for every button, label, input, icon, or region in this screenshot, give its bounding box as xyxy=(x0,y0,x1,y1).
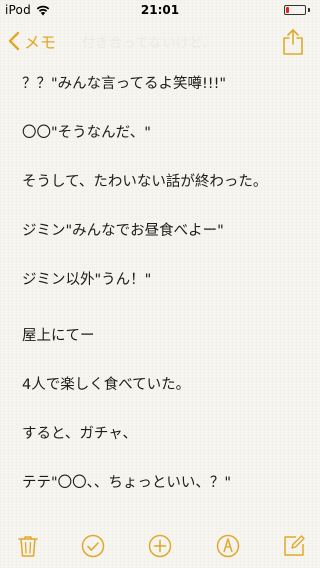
checklist-icon xyxy=(81,534,105,558)
compose-icon xyxy=(284,535,305,556)
note-line: そうして、たわいない話が終わった。 xyxy=(22,174,268,190)
note-line: 〇〇"そうなんだ、" xyxy=(22,125,151,141)
navigation-bar: メモ 付き合ってないけど、 xyxy=(0,20,320,64)
bottom-toolbar xyxy=(0,524,320,568)
trash-icon xyxy=(18,536,38,557)
scrolled-title-ghost: 付き合ってないけど、 xyxy=(82,36,216,51)
note-line: ジミン以外"うん！" xyxy=(22,272,152,288)
note-line: ？？"みんな言ってるよ笑噂!!!" xyxy=(22,76,227,92)
add-icon xyxy=(148,534,172,558)
battery-tip xyxy=(308,8,310,12)
back-button-label: メモ xyxy=(24,33,57,52)
markup-button[interactable] xyxy=(216,534,240,558)
battery-level xyxy=(286,7,289,13)
chevron-left-icon xyxy=(8,31,20,51)
note-line: すると、ガチャ、 xyxy=(22,426,137,442)
share-icon xyxy=(283,29,303,55)
compose-button[interactable] xyxy=(282,534,306,558)
note-body[interactable]: ？？"みんな言ってるよ笑噂!!!" 〇〇"そうなんだ、" そうして、たわいない話… xyxy=(22,74,306,522)
back-button[interactable]: メモ xyxy=(8,29,56,53)
status-time: 21:01 xyxy=(140,3,180,17)
delete-button[interactable] xyxy=(16,534,40,558)
note-line: ジミン"みんなでお昼食べよー" xyxy=(22,223,224,239)
share-button[interactable] xyxy=(282,26,304,56)
note-line: 4人で楽しく食べていた。 xyxy=(22,377,191,393)
note-line: 屋上にてー xyxy=(22,328,95,344)
battery-icon xyxy=(284,5,306,15)
note-line: テテ"〇〇、、ちょっといい、？" xyxy=(22,475,232,491)
checklist-button[interactable] xyxy=(81,534,105,558)
status-bar: iPod 21:01 xyxy=(0,0,320,20)
add-button[interactable] xyxy=(148,534,172,558)
markup-icon xyxy=(216,534,240,558)
